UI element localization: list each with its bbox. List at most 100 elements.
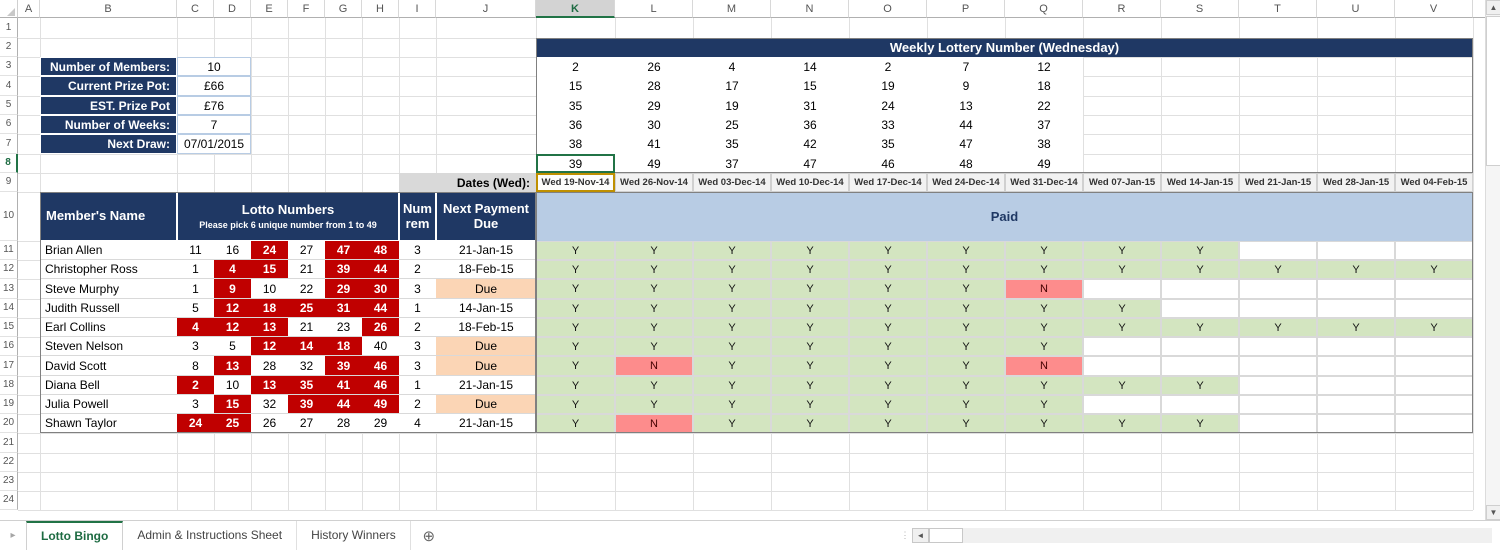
paid-cell[interactable]: Y — [1083, 241, 1161, 260]
row-header-19[interactable]: 19 — [0, 395, 18, 414]
column-header-t[interactable]: T — [1239, 0, 1317, 18]
paid-cell[interactable] — [1239, 395, 1317, 414]
paid-cell[interactable]: Y — [536, 356, 615, 376]
horizontal-scrollbar[interactable]: ◄ — [912, 528, 1492, 543]
lotto-number-cell[interactable]: 44 — [362, 260, 399, 279]
paid-cell[interactable]: Y — [1005, 337, 1083, 356]
lotto-number-cell[interactable]: 18 — [325, 337, 362, 356]
lotto-number-cell[interactable]: 4 — [214, 260, 251, 279]
lotto-number-cell[interactable]: 3 — [177, 337, 214, 356]
paid-cell[interactable]: Y — [927, 241, 1005, 260]
row-header-7[interactable]: 7 — [0, 134, 18, 154]
member-name[interactable]: Judith Russell — [40, 299, 177, 318]
column-header-l[interactable]: L — [615, 0, 693, 18]
lotto-number-cell[interactable]: 44 — [362, 299, 399, 318]
lotto-number-cell[interactable]: 27 — [288, 414, 325, 433]
paid-cell[interactable]: Y — [1083, 299, 1161, 318]
lottery-number[interactable]: 2 — [536, 57, 615, 76]
lotto-number-cell[interactable]: 26 — [251, 414, 288, 433]
lottery-number[interactable]: 31 — [771, 96, 849, 115]
add-sheet-button[interactable]: ⊕ — [411, 527, 447, 545]
row-header-10[interactable]: 10 — [0, 192, 18, 241]
lottery-number[interactable]: 33 — [849, 115, 927, 134]
column-header-a[interactable]: A — [18, 0, 40, 18]
row-header-23[interactable]: 23 — [0, 472, 18, 491]
num-remaining-cell[interactable]: 2 — [399, 318, 436, 337]
paid-cell[interactable]: Y — [927, 376, 1005, 395]
num-remaining-cell[interactable]: 3 — [399, 356, 436, 376]
paid-cell[interactable]: Y — [1317, 318, 1395, 337]
member-name[interactable]: David Scott — [40, 356, 177, 376]
num-remaining-cell[interactable]: 3 — [399, 279, 436, 299]
paid-cell[interactable]: N — [1005, 356, 1083, 376]
lotto-number-cell[interactable]: 48 — [362, 241, 399, 260]
lotto-number-cell[interactable]: 12 — [214, 299, 251, 318]
lotto-number-cell[interactable]: 24 — [251, 241, 288, 260]
lottery-number[interactable]: 2 — [849, 57, 927, 76]
lotto-number-cell[interactable]: 2 — [177, 376, 214, 395]
lotto-number-cell[interactable]: 15 — [214, 395, 251, 414]
lottery-number[interactable]: 36 — [771, 115, 849, 134]
paid-cell[interactable]: Y — [693, 299, 771, 318]
paid-cell[interactable]: Y — [1161, 414, 1239, 433]
paid-cell[interactable] — [1317, 356, 1395, 376]
lotto-number-cell[interactable]: 14 — [288, 337, 325, 356]
lottery-number[interactable]: 37 — [693, 154, 771, 173]
lottery-number[interactable]: 12 — [1005, 57, 1083, 76]
date-header-9[interactable]: Wed 21-Jan-15 — [1239, 173, 1317, 192]
lotto-number-cell[interactable]: 26 — [362, 318, 399, 337]
paid-cell[interactable] — [1395, 337, 1473, 356]
paid-cell[interactable] — [1239, 376, 1317, 395]
row-header-20[interactable]: 20 — [0, 414, 18, 433]
column-header-d[interactable]: D — [214, 0, 251, 18]
lotto-number-cell[interactable]: 40 — [362, 337, 399, 356]
next-payment-cell[interactable]: 21-Jan-15 — [436, 414, 536, 433]
paid-cell[interactable]: Y — [693, 279, 771, 299]
split-grip-icon[interactable]: ⋮ — [898, 528, 912, 544]
paid-cell[interactable] — [1239, 241, 1317, 260]
paid-cell[interactable] — [1317, 414, 1395, 433]
lotto-number-cell[interactable]: 5 — [177, 299, 214, 318]
paid-cell[interactable]: Y — [771, 260, 849, 279]
lottery-number[interactable]: 47 — [927, 134, 1005, 154]
paid-cell[interactable] — [1083, 279, 1161, 299]
paid-cell[interactable]: Y — [693, 260, 771, 279]
lottery-number[interactable]: 9 — [927, 76, 1005, 96]
column-header-e[interactable]: E — [251, 0, 288, 18]
paid-cell[interactable]: Y — [1005, 299, 1083, 318]
paid-cell[interactable]: Y — [849, 318, 927, 337]
num-remaining-cell[interactable]: 2 — [399, 395, 436, 414]
paid-cell[interactable]: Y — [927, 260, 1005, 279]
lottery-number[interactable]: 24 — [849, 96, 927, 115]
lottery-number[interactable]: 36 — [536, 115, 615, 134]
lotto-number-cell[interactable]: 12 — [214, 318, 251, 337]
select-all-corner[interactable] — [0, 0, 18, 18]
paid-cell[interactable]: Y — [693, 241, 771, 260]
column-header-b[interactable]: B — [40, 0, 177, 18]
lottery-number[interactable]: 38 — [1005, 134, 1083, 154]
lotto-number-cell[interactable]: 39 — [288, 395, 325, 414]
paid-cell[interactable]: Y — [615, 318, 693, 337]
lotto-number-cell[interactable]: 23 — [325, 318, 362, 337]
lottery-number[interactable]: 19 — [849, 76, 927, 96]
next-payment-cell[interactable]: Due — [436, 395, 536, 414]
paid-cell[interactable]: Y — [1395, 318, 1473, 337]
scroll-up-button[interactable]: ▲ — [1486, 0, 1500, 15]
paid-cell[interactable]: Y — [1083, 376, 1161, 395]
member-name[interactable]: Diana Bell — [40, 376, 177, 395]
paid-cell[interactable]: Y — [536, 376, 615, 395]
paid-cell[interactable]: Y — [536, 279, 615, 299]
lottery-number[interactable]: 26 — [615, 57, 693, 76]
paid-cell[interactable] — [1083, 395, 1161, 414]
paid-cell[interactable]: Y — [1005, 414, 1083, 433]
lottery-number[interactable]: 28 — [615, 76, 693, 96]
lotto-number-cell[interactable]: 47 — [325, 241, 362, 260]
scroll-down-button[interactable]: ▼ — [1486, 505, 1500, 520]
num-remaining-cell[interactable]: 3 — [399, 241, 436, 260]
lottery-number[interactable]: 30 — [615, 115, 693, 134]
paid-cell[interactable]: Y — [536, 299, 615, 318]
lottery-number[interactable]: 44 — [927, 115, 1005, 134]
row-header-3[interactable]: 3 — [0, 57, 18, 76]
lotto-number-cell[interactable]: 29 — [325, 279, 362, 299]
paid-cell[interactable]: Y — [1161, 318, 1239, 337]
